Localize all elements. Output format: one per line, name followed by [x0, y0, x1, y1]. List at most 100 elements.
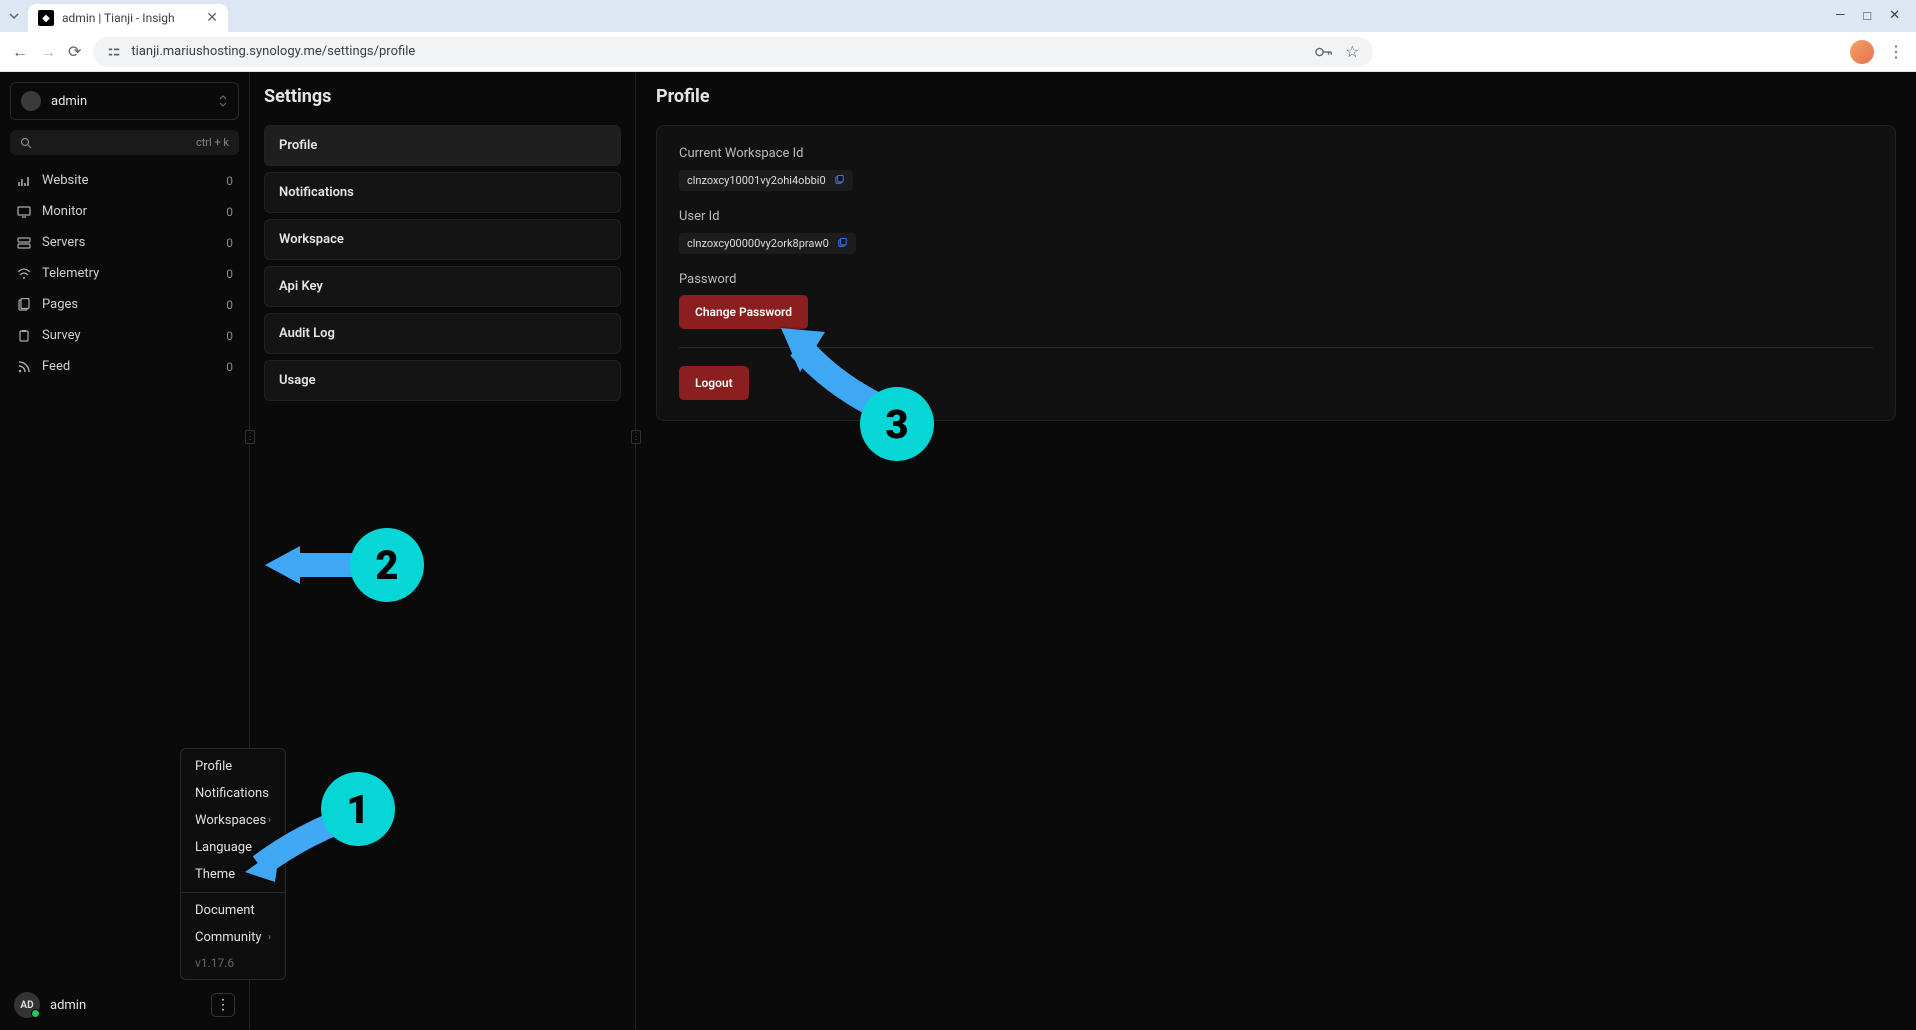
settings-title: Settings [264, 86, 621, 107]
settings-item-usage[interactable]: Usage [264, 360, 621, 401]
nav-count: 0 [226, 267, 233, 281]
user-id-value: clnzoxcy00000vy2ork8praw0 [687, 237, 829, 250]
user-menu-button[interactable]: ⋮ [211, 993, 235, 1017]
sidebar: admin ctrl + k Website 0 Monitor 0 [0, 72, 250, 1030]
rss-icon [16, 360, 32, 374]
user-avatar: AD [14, 992, 40, 1018]
nav-count: 0 [226, 360, 233, 374]
bookmark-star-icon[interactable]: ☆ [1345, 42, 1359, 61]
browser-tab[interactable]: ◆ admin | Tianji - Insigh ✕ [28, 4, 228, 32]
chart-icon [16, 174, 32, 188]
settings-item-profile[interactable]: Profile [264, 125, 621, 166]
sidebar-footer: AD admin ⋮ [0, 980, 249, 1030]
nav-item-telemetry[interactable]: Telemetry 0 [0, 258, 249, 289]
settings-item-workspace[interactable]: Workspace [264, 219, 621, 260]
chevron-right-icon: › [268, 869, 271, 880]
user-id-label: User Id [679, 209, 1873, 224]
nav-count: 0 [226, 205, 233, 219]
workspace-id-label: Current Workspace Id [679, 146, 1873, 161]
nav-label: Pages [42, 297, 78, 312]
user-name: admin [50, 998, 201, 1013]
site-settings-icon[interactable] [107, 45, 121, 59]
popup-item-document[interactable]: Document [181, 897, 285, 924]
popup-item-notifications[interactable]: Notifications [181, 780, 285, 807]
divider [181, 892, 285, 893]
back-button[interactable]: ← [12, 42, 28, 62]
resize-handle[interactable]: ⋮ [245, 430, 255, 444]
close-window-button[interactable]: ✕ [1889, 8, 1900, 24]
monitor-icon [16, 205, 32, 219]
nav-item-pages[interactable]: Pages 0 [0, 289, 249, 320]
nav-label: Website [42, 173, 89, 188]
nav-count: 0 [226, 329, 233, 343]
reload-button[interactable]: ⟳ [68, 42, 81, 61]
workspace-id-value: clnzoxcy10001vy2ohi4obbi0 [687, 174, 826, 187]
search-icon [20, 137, 32, 149]
server-icon [16, 236, 32, 250]
app-root: admin ctrl + k Website 0 Monitor 0 [0, 72, 1916, 1030]
nav-item-survey[interactable]: Survey 0 [0, 320, 249, 351]
clipboard-icon [16, 329, 32, 343]
chevron-updown-icon [218, 94, 228, 108]
search-input[interactable]: ctrl + k [10, 130, 239, 155]
resize-handle[interactable]: ⋮ [631, 430, 641, 444]
popup-item-language[interactable]: Language› [181, 834, 285, 861]
nav-item-monitor[interactable]: Monitor 0 [0, 196, 249, 227]
settings-list: Profile Notifications Workspace Api Key … [264, 125, 621, 401]
workspace-selector[interactable]: admin [10, 82, 239, 120]
wifi-icon [16, 267, 32, 281]
window-controls: — □ ✕ [1835, 8, 1908, 24]
browser-profile-avatar[interactable] [1850, 40, 1874, 64]
nav-item-website[interactable]: Website 0 [0, 165, 249, 196]
nav-label: Telemetry [42, 266, 99, 281]
workspace-id-chip: clnzoxcy10001vy2ohi4obbi0 [679, 170, 853, 191]
chevron-right-icon: › [268, 842, 271, 853]
tab-title: admin | Tianji - Insigh [62, 11, 175, 25]
popup-item-community[interactable]: Community› [181, 924, 285, 951]
url-text: tianji.mariushosting.synology.me/setting… [131, 44, 1305, 59]
browser-menu-icon[interactable]: ⋮ [1888, 42, 1904, 61]
profile-title: Profile [656, 86, 1896, 107]
pages-icon [16, 298, 32, 312]
nav-label: Survey [42, 328, 81, 343]
nav-item-servers[interactable]: Servers 0 [0, 227, 249, 258]
workspace-avatar-icon [21, 91, 41, 111]
settings-item-auditlog[interactable]: Audit Log [264, 313, 621, 354]
popup-item-profile[interactable]: Profile [181, 753, 285, 780]
nav-count: 0 [226, 298, 233, 312]
forward-button[interactable]: → [40, 42, 56, 62]
nav-list: Website 0 Monitor 0 Servers 0 Telemetry … [0, 165, 249, 382]
popup-item-workspaces[interactable]: Workspaces› [181, 807, 285, 834]
user-id-chip: clnzoxcy00000vy2ork8praw0 [679, 233, 856, 254]
copy-icon[interactable] [837, 238, 848, 249]
tab-favicon-icon: ◆ [38, 10, 54, 26]
nav-item-feed[interactable]: Feed 0 [0, 351, 249, 382]
logout-button[interactable]: Logout [679, 366, 749, 400]
popup-item-theme[interactable]: Theme› [181, 861, 285, 888]
settings-item-apikey[interactable]: Api Key [264, 266, 621, 307]
nav-count: 0 [226, 174, 233, 188]
copy-icon[interactable] [834, 175, 845, 186]
address-bar[interactable]: tianji.mariushosting.synology.me/setting… [93, 37, 1373, 67]
settings-item-notifications[interactable]: Notifications [264, 172, 621, 213]
chevron-right-icon: › [268, 932, 271, 943]
browser-toolbar: ← → ⟳ tianji.mariushosting.synology.me/s… [0, 32, 1916, 72]
tab-dropdown-icon[interactable] [8, 10, 28, 22]
divider [679, 347, 1873, 348]
settings-column: Settings Profile Notifications Workspace… [250, 72, 636, 1030]
tab-close-icon[interactable]: ✕ [206, 10, 218, 26]
nav-count: 0 [226, 236, 233, 250]
nav-label: Monitor [42, 204, 87, 219]
user-popup-menu: Profile Notifications Workspaces› Langua… [180, 748, 286, 980]
search-shortcut: ctrl + k [196, 136, 229, 149]
minimize-button[interactable]: — [1835, 8, 1845, 24]
password-label: Password [679, 272, 1873, 287]
maximize-button[interactable]: □ [1863, 8, 1871, 24]
nav-label: Feed [42, 359, 70, 374]
chevron-right-icon: › [268, 815, 271, 826]
nav-label: Servers [42, 235, 85, 250]
profile-panel: Profile Current Workspace Id clnzoxcy100… [636, 72, 1916, 1030]
password-key-icon[interactable] [1315, 46, 1333, 58]
change-password-button[interactable]: Change Password [679, 295, 808, 329]
browser-tab-strip: ◆ admin | Tianji - Insigh ✕ — □ ✕ [0, 0, 1916, 32]
